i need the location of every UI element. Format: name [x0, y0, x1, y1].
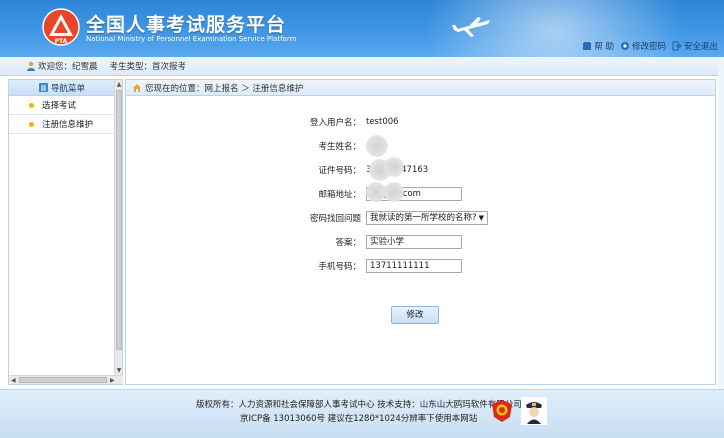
modify-button[interactable]: 修改	[391, 306, 439, 324]
phone-field[interactable]: 13711111111	[366, 259, 462, 273]
nav-menu-title: 导航菜单	[51, 83, 86, 94]
icp-text: 京ICP备 13013060号 建议在1280*1024分辨率下使用本网站	[240, 414, 478, 424]
header-banner: PTA 全国人事考试服务平台 National Ministry of Pers…	[0, 0, 724, 57]
security-question-select[interactable]: 我就读的第一所学校的名称? ▼	[366, 211, 488, 225]
sidebar-item-registration-info[interactable]: 注册信息维护	[9, 115, 115, 134]
form-row-phone: 手机号码： 13711111111	[126, 258, 717, 274]
breadcrumb: 您现在的位置：网上报名 ＞ 注册信息维护	[126, 80, 715, 96]
scroll-down-icon[interactable]: ▼	[116, 367, 122, 375]
logout-icon	[672, 41, 682, 51]
security-question-label: 密码找回问题	[309, 214, 361, 224]
candidate-type: 考生类型：首次报考	[109, 62, 187, 72]
sidebar: 导航菜单 选择考试 注册信息维护 ▲ ▼ ◀ ▶	[8, 79, 123, 385]
help-label: 帮 助	[594, 42, 614, 52]
form-row-username: 登入用户名： test006	[126, 114, 717, 130]
copyright-text: 版权所有：人力资源和社会保障部人事考试中心 技术支持：山东山大鸥玛软件有限公司	[196, 400, 522, 410]
privacy-blur	[384, 182, 404, 202]
svg-text:PTA: PTA	[55, 38, 68, 45]
user-info-bar: 欢迎您：纪雪晨 考生类型：首次报考	[0, 57, 724, 76]
footer: 版权所有：人力资源和社会保障部人事考试中心 技术支持：山东山大鸥玛软件有限公司 …	[0, 389, 724, 438]
sidebar-item-label: 选择考试	[42, 101, 77, 111]
username-value: test006	[366, 117, 399, 127]
sidebar-vertical-scrollbar[interactable]: ▲ ▼	[114, 80, 122, 376]
welcome-text: 欢迎您：纪雪晨	[38, 62, 98, 72]
scrollbar-thumb[interactable]	[19, 377, 107, 383]
privacy-blur	[384, 157, 404, 177]
site-subtitle: National Ministry of Personnel Examinati…	[86, 35, 297, 43]
help-link[interactable]: 帮 助	[582, 40, 614, 52]
scroll-left-icon[interactable]: ◀	[11, 376, 16, 385]
police-badge-icon[interactable]	[491, 399, 513, 423]
change-password-link[interactable]: 修改密码	[620, 40, 666, 52]
username-label: 登入用户名：	[309, 118, 361, 128]
email-label: 邮箱地址：	[318, 190, 361, 200]
menu-icon	[39, 83, 48, 92]
scroll-right-icon[interactable]: ▶	[110, 376, 115, 385]
scroll-up-icon[interactable]: ▲	[116, 81, 122, 89]
id-number-label: 证件号码：	[318, 166, 361, 176]
form-row-id-number: 证件号码： 3 3707147163	[126, 157, 717, 181]
answer-field[interactable]: 实验小学	[366, 235, 462, 249]
phone-label: 手机号码：	[318, 262, 361, 272]
user-icon	[27, 61, 35, 71]
breadcrumb-text: 您现在的位置：网上报名 ＞ 注册信息维护	[145, 83, 304, 94]
settings-icon	[620, 42, 629, 50]
scrollbar-thumb[interactable]	[116, 90, 122, 350]
sidebar-item-label: 注册信息维护	[42, 120, 94, 130]
form-row-answer: 答案： 实验小学	[126, 234, 717, 250]
top-links: 帮 助 修改密码 安全退出	[582, 40, 718, 52]
police-mascot-icon[interactable]	[521, 397, 547, 425]
chevron-down-icon: ▼	[478, 214, 484, 222]
logout-label: 安全退出	[683, 42, 718, 52]
privacy-blur	[366, 135, 388, 157]
security-question-value: 我就读的第一所学校的名称?	[370, 213, 477, 223]
page-right-edge	[718, 57, 724, 389]
airplane-icon	[452, 17, 490, 37]
form-row-email: 邮箱地址： 39@qq.com	[126, 182, 717, 202]
form-row-name: 考生姓名： 纪	[126, 135, 717, 157]
pta-logo: PTA	[42, 8, 80, 46]
sidebar-item-select-exam[interactable]: 选择考试	[9, 96, 115, 115]
bullet-icon	[29, 102, 34, 108]
site-title: 全国人事考试服务平台	[86, 14, 287, 36]
main-panel: 您现在的位置：网上报名 ＞ 注册信息维护 登入用户名： test006 考生姓名…	[125, 79, 716, 385]
nav-menu-header: 导航菜单	[9, 80, 115, 96]
answer-label: 答案：	[335, 238, 361, 248]
sidebar-horizontal-scrollbar[interactable]: ◀ ▶	[9, 375, 123, 384]
home-icon	[133, 83, 141, 92]
help-icon	[583, 42, 592, 50]
change-password-label: 修改密码	[631, 42, 666, 52]
bullet-icon	[29, 121, 34, 127]
form-row-security-question: 密码找回问题 我就读的第一所学校的名称? ▼	[126, 210, 717, 226]
logout-link[interactable]: 安全退出	[672, 40, 718, 52]
privacy-blur	[366, 182, 386, 202]
name-label: 考生姓名：	[318, 142, 361, 152]
